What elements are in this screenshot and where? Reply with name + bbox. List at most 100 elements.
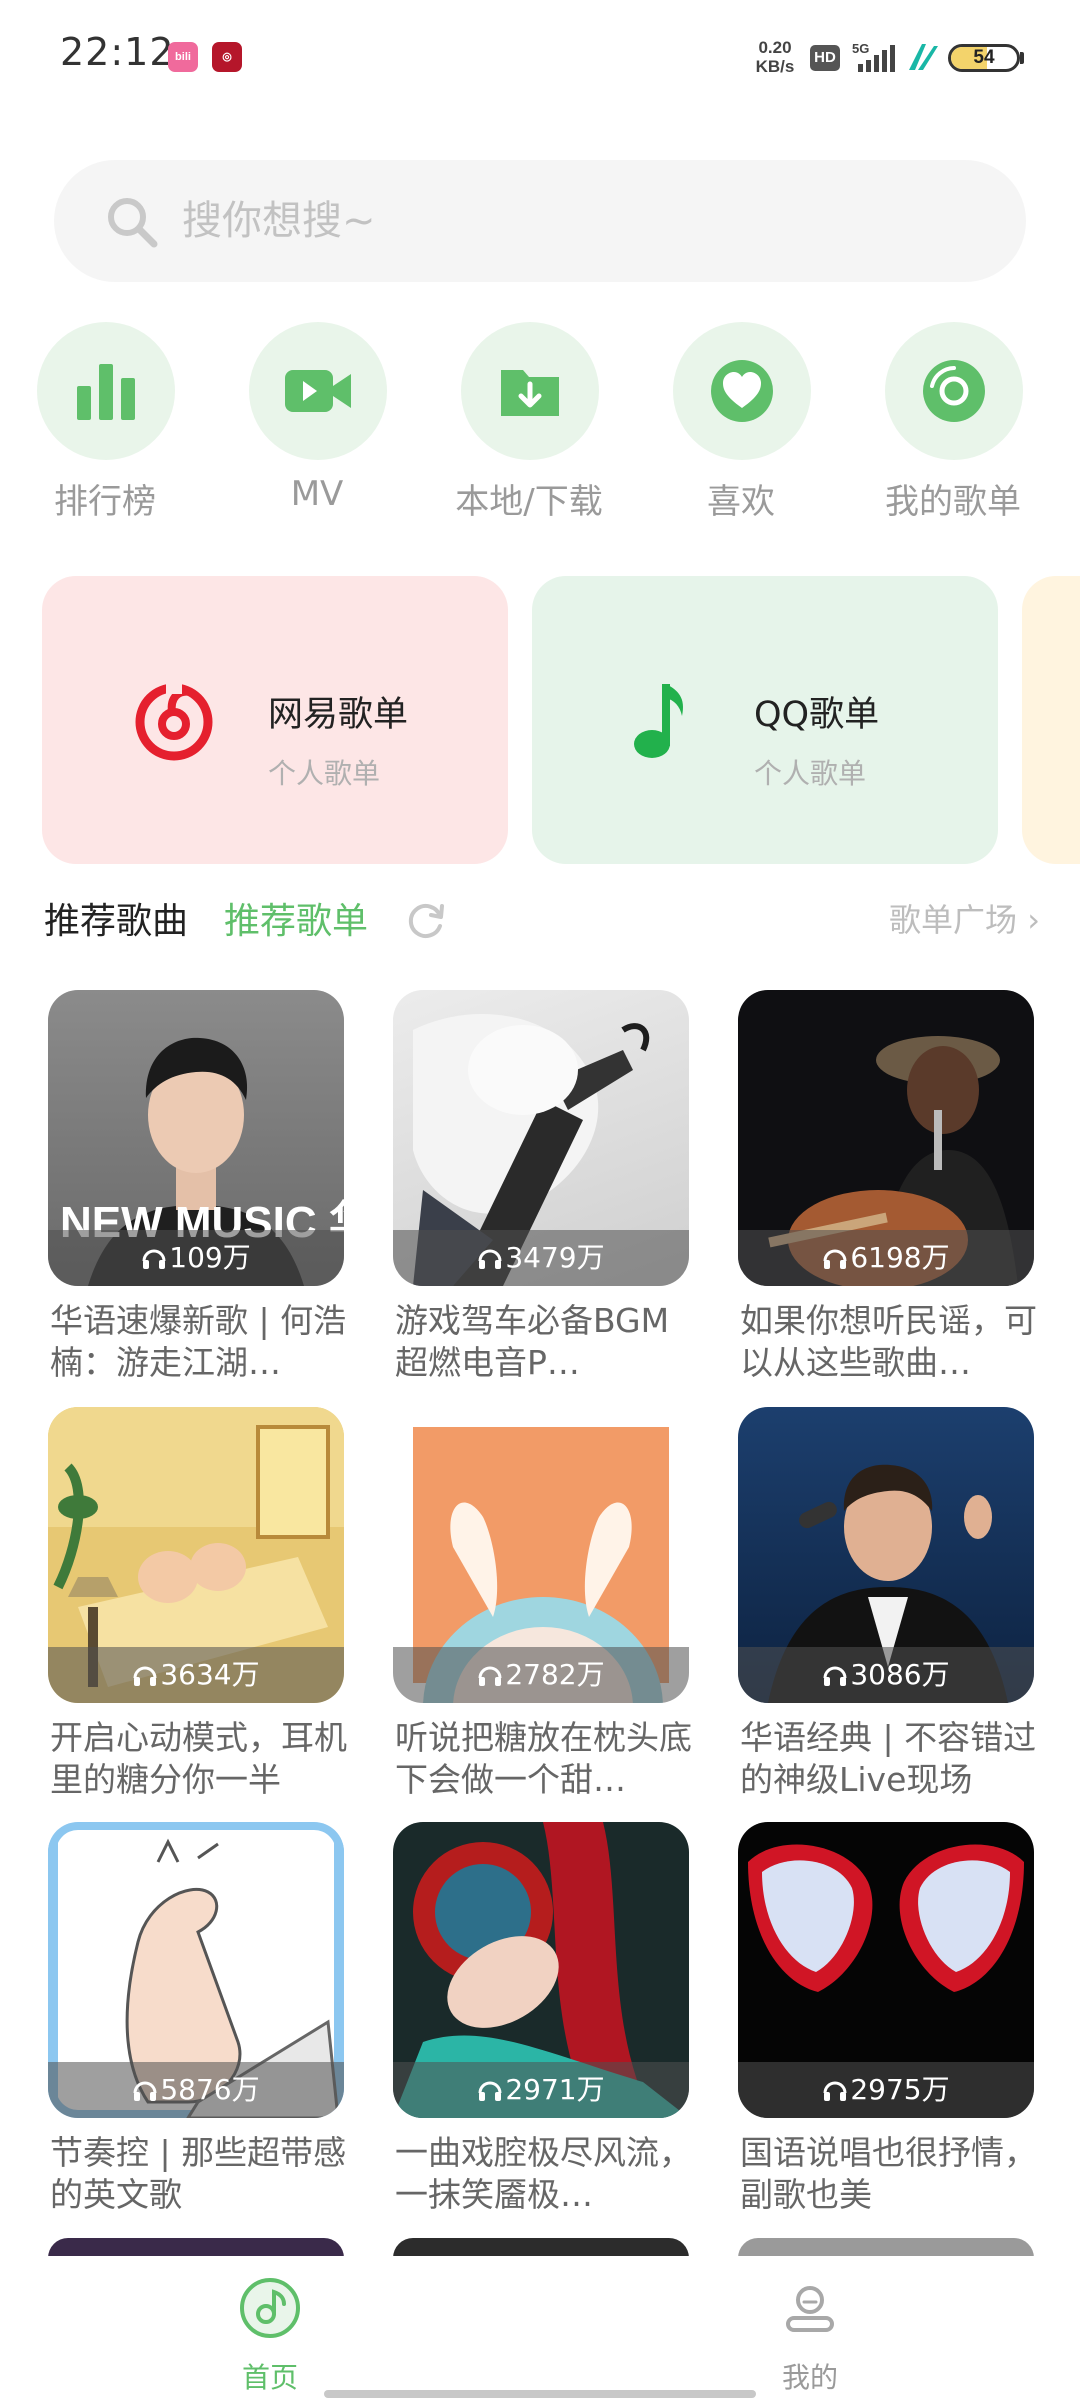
tab-recommended-playlists[interactable]: 推荐歌单 [224, 892, 368, 944]
next-card-peek[interactable] [1022, 576, 1080, 864]
quick-entry-circle[interactable] [673, 322, 811, 460]
netease-music-icon [135, 678, 213, 761]
quick-entry-label: 排行榜 [54, 482, 156, 522]
chevron-right-icon: › [1027, 901, 1040, 939]
playlist-title[interactable]: 如果你想听民谣，可以从这些歌曲… [740, 1300, 1040, 1384]
search-icon[interactable] [102, 192, 162, 252]
playlist-title[interactable]: 华语经典 | 不容错过的神级Live现场 [740, 1717, 1040, 1801]
playlist-title[interactable]: 国语说唱也很抒情，副歌也美 [740, 2132, 1040, 2216]
play-count: 3086万 [738, 1647, 1034, 1703]
app-red-icon: ◎ [212, 42, 242, 72]
video-camera-icon [285, 370, 351, 412]
hd-icon: HD [810, 45, 840, 71]
play-count-value: 109万 [169, 1241, 251, 1274]
card-subtitle: 个人歌单 [268, 757, 381, 790]
playlist-cover[interactable]: NEW MUSIC 华语 109万 [48, 990, 344, 1286]
signal-icon: 5G [852, 40, 898, 74]
bar-chart-icon [77, 364, 135, 420]
playlist-title[interactable]: 听说把糖放在枕头底下会做一个甜… [395, 1717, 695, 1801]
playlist-title[interactable]: 华语速爆新歌 | 何浩楠：游走江湖… [50, 1300, 350, 1384]
battery-tip [1020, 52, 1024, 64]
network-speed-value: 0.20 [758, 38, 792, 57]
card-title: 网易歌单 [268, 695, 409, 735]
playlist-square-link[interactable]: 歌单广场 › [889, 895, 1040, 941]
quick-entry-my-playlists[interactable]: 我的歌单 [853, 322, 1053, 522]
network-speed-unit: KB/s [755, 57, 795, 76]
vpn-icon [906, 40, 940, 74]
quick-entry-circle[interactable] [461, 322, 599, 460]
quick-entry-mv[interactable]: MV [217, 322, 417, 522]
play-count: 3479万 [393, 1230, 689, 1286]
playlist-cover[interactable]: 3634万 [48, 1407, 344, 1703]
quick-entry-charts[interactable]: 排行榜 [5, 322, 205, 522]
play-count: 2971万 [393, 2062, 689, 2118]
bottom-nav: 首页 我的 [0, 2256, 1080, 2400]
netease-playlist-card[interactable]: 网易歌单 个人歌单 [42, 576, 508, 864]
playlist-cover[interactable]: 3479万 [393, 990, 689, 1286]
quick-entry-liked[interactable]: 喜欢 [641, 322, 841, 522]
status-bar: 22:12 bili ◎ 0.20 KB/s HD 5G 54 [0, 0, 1080, 110]
playlist-title[interactable]: 节奏控 | 那些超带感的英文歌 [50, 2132, 350, 2216]
quick-entry-label: 本地/下载 [455, 482, 603, 522]
play-count-value: 2975万 [850, 2073, 950, 2106]
music-disc-icon [240, 2278, 300, 2338]
battery-icon: 54 [948, 44, 1020, 72]
play-count: 2782万 [393, 1647, 689, 1703]
vinyl-disc-icon [923, 360, 985, 422]
network-type: 5G [852, 41, 869, 56]
playlist-title[interactable]: 一曲戏腔极尽风流，一抹笑靥极… [395, 2132, 695, 2216]
folder-download-icon [501, 370, 559, 416]
playlist-cover[interactable]: 2971万 [393, 1822, 689, 2118]
play-count: 3634万 [48, 1647, 344, 1703]
play-count-value: 3634万 [160, 1658, 260, 1691]
quick-entry-circle[interactable] [885, 322, 1023, 460]
playlist-title[interactable]: 游戏驾车必备BGM超燃电音P… [395, 1300, 695, 1384]
play-count-value: 3086万 [850, 1658, 950, 1691]
headphones-icon [823, 1249, 847, 1269]
nav-home[interactable]: 首页 [170, 2256, 370, 2400]
headphones-icon [133, 2081, 157, 2101]
qq-playlist-card[interactable]: QQ歌单 个人歌单 [532, 576, 998, 864]
playlist-cover[interactable]: 2782万 [393, 1407, 689, 1703]
search-bar[interactable] [54, 160, 1026, 282]
headphones-icon [823, 1666, 847, 1686]
play-count: 2975万 [738, 2062, 1034, 2118]
quick-entry-label: 我的歌单 [885, 482, 1021, 522]
quick-entry-local[interactable]: 本地/下载 [429, 322, 629, 522]
status-time: 22:12 [60, 30, 175, 74]
headphones-icon [823, 2081, 847, 2101]
playlist-cover[interactable]: 3086万 [738, 1407, 1034, 1703]
qq-music-note-icon [634, 684, 684, 758]
heart-icon [711, 360, 773, 422]
headphones-icon [478, 1666, 502, 1686]
play-count: 5876万 [48, 2062, 344, 2118]
profile-icon [786, 2286, 834, 2332]
play-count: 109万 [48, 1230, 344, 1286]
play-count-value: 2782万 [505, 1658, 605, 1691]
nav-mine[interactable]: 我的 [710, 2256, 910, 2400]
quick-entry-circle[interactable] [249, 322, 387, 460]
card-title: QQ歌单 [754, 695, 880, 735]
playlist-cover[interactable]: 2975万 [738, 1822, 1034, 2118]
headphones-icon [478, 1249, 502, 1269]
quick-entry-circle[interactable] [37, 322, 175, 460]
gesture-bar[interactable] [324, 2390, 756, 2398]
playlist-square-label: 歌单广场 [889, 901, 1018, 939]
refresh-icon[interactable] [402, 896, 450, 944]
play-count-value: 3479万 [505, 1241, 605, 1274]
battery-level: 54 [973, 47, 995, 68]
play-count: 6198万 [738, 1230, 1034, 1286]
headphones-icon [133, 1666, 157, 1686]
card-subtitle: 个人歌单 [754, 757, 867, 790]
playlist-title[interactable]: 开启心动模式，耳机里的糖分你一半 [50, 1717, 350, 1801]
quick-entry-label: MV [290, 474, 344, 514]
tab-recommended-songs[interactable]: 推荐歌曲 [44, 892, 188, 944]
bilibili-icon: bili [168, 42, 198, 72]
headphones-icon [142, 1249, 166, 1269]
play-count-value: 2971万 [505, 2073, 605, 2106]
search-input[interactable] [182, 186, 962, 256]
playlist-cover[interactable]: 5876万 [48, 1822, 344, 2118]
quick-entry-label: 喜欢 [707, 482, 775, 522]
playlist-cover[interactable]: 6198万 [738, 990, 1034, 1286]
network-speed: 0.20 KB/s [750, 38, 800, 76]
